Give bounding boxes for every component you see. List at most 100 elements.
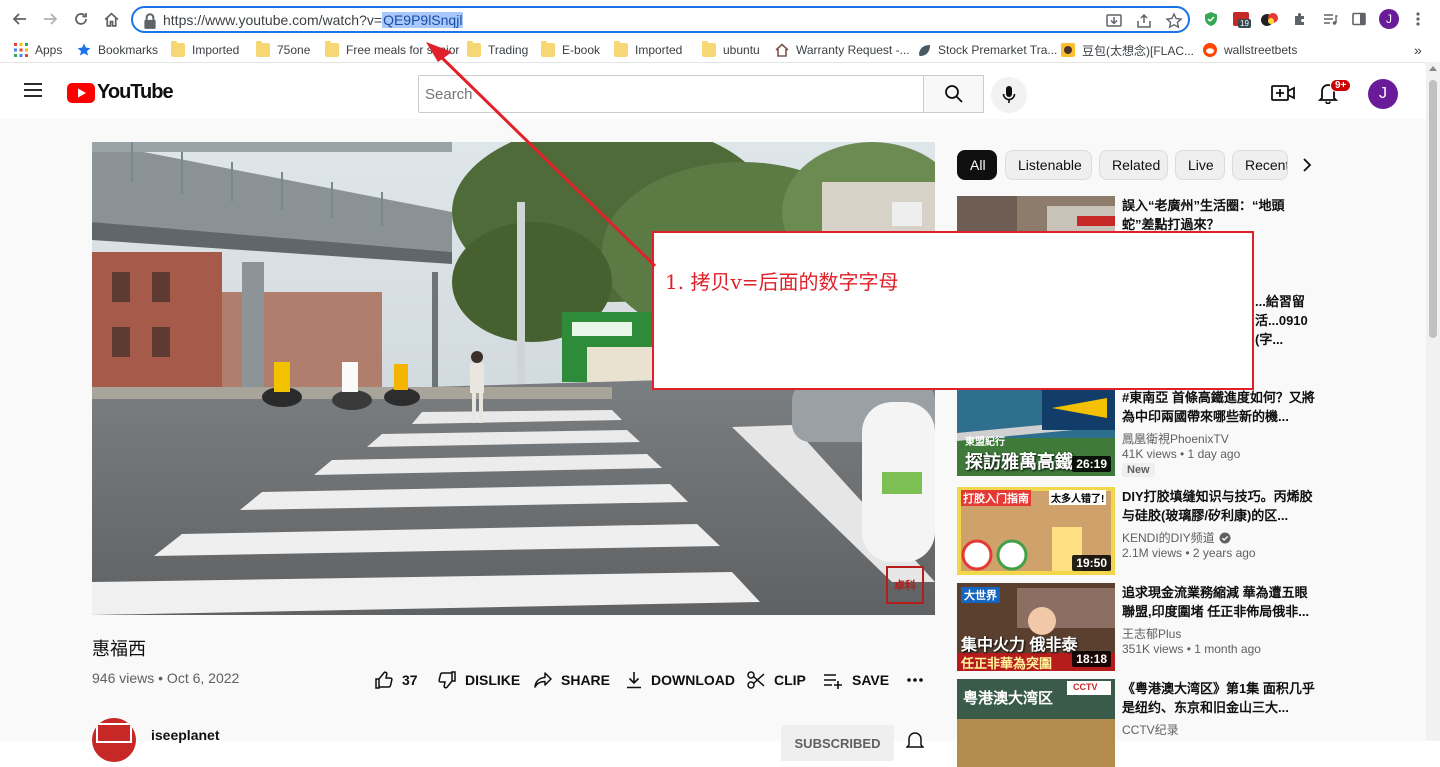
shield-icon [1205,12,1217,26]
extension-ball-button[interactable] [1260,9,1280,29]
folder-icon [256,41,270,57]
bookmark-warranty[interactable]: Warranty Request -... [775,41,910,59]
chip-live[interactable]: Live [1175,150,1225,180]
home-button[interactable] [100,8,122,30]
new-badge: New [1122,463,1155,477]
like-count: 37 [402,672,418,688]
search-box[interactable] [418,75,924,113]
rec-title[interactable]: DIY打胶填缝知识与技巧。丙烯胶与硅胶(玻璃膠/矽利康)的区... [1122,487,1316,525]
url-text[interactable]: https://www.youtube.com/watch?v=QE9P9lSn… [163,12,464,28]
more-actions-button[interactable] [906,668,932,692]
rec-channel[interactable]: 鳳凰衛視PhoenixTV [1122,430,1229,447]
rec-duration: 18:18 [1072,651,1111,667]
rec-thumbnail[interactable]: 打胶入门指南 太多人错了! 19:50 [957,487,1115,575]
youtube-logo[interactable]: YouTube [67,81,174,104]
scrollbar-thumb[interactable] [1429,80,1437,338]
rec-thumbnail[interactable]: 東盟紀行 探訪雅萬高鐵 26:19 [957,388,1115,476]
folder-icon [467,41,481,57]
like-button[interactable]: 37 [374,668,418,692]
chip-listenable[interactable]: Listenable [1005,150,1092,180]
voice-search-button[interactable] [991,77,1027,113]
download-button[interactable]: DOWNLOAD [625,668,735,692]
subscribed-button[interactable]: SUBSCRIBED [781,725,894,761]
arrow-right-icon [44,13,58,25]
bookmark-star-icon[interactable] [1165,12,1183,30]
notifications-button[interactable]: 9+ [1318,79,1352,104]
notification-bell-button[interactable] [906,731,924,751]
clip-label: CLIP [774,672,806,688]
rec-title[interactable]: 誤入“老廣州”生活圈：“地頭蛇”差點打過來？ [1122,196,1316,234]
bookmark-trading[interactable]: Trading [467,41,528,59]
media-control-button[interactable] [1320,9,1340,29]
rec-channel[interactable]: CCTV纪录 [1122,721,1179,738]
channel-avatar[interactable] [92,718,136,762]
rec-title[interactable]: ...給習留活...0910 (字... [1255,292,1317,349]
bookmark-imported-2[interactable]: Imported [614,41,682,59]
page-scrollbar[interactable] [1426,62,1440,741]
extensions-button[interactable] [1290,9,1310,29]
share-button[interactable]: SHARE [533,668,610,692]
guide-menu-button[interactable] [22,81,44,99]
share-icon[interactable] [1135,12,1153,30]
rec-channel[interactable]: KENDI的DIY频道 [1122,529,1231,546]
download-label: DOWNLOAD [651,672,735,688]
bookmarks-overflow-button[interactable]: » [1414,41,1422,59]
url-selected-video-id[interactable]: QE9P9lSnqjl [382,12,464,28]
bookmark-apps[interactable]: Apps [14,41,62,59]
more-vertical-icon [1416,12,1420,26]
save-label: SAVE [852,672,890,688]
search-input[interactable] [419,76,923,112]
thumbs-up-icon [375,671,393,689]
bookmark-label: wallstreetbets [1224,43,1298,57]
rec-thumb-caption: 任正非華為突圍 [961,656,1053,671]
rec-title[interactable]: #東南亞 首條高鐵進度如何？又將為中印兩國帶來哪些新的機... [1122,388,1316,426]
bookmark-wallstreetbets[interactable]: wallstreetbets [1203,41,1297,59]
back-button[interactable] [9,8,31,30]
rec-thumbnail[interactable]: 粤港澳大湾区 CCTV [957,679,1115,767]
profile-button[interactable]: J [1379,9,1399,29]
extension-shield-button[interactable] [1201,9,1221,29]
chip-related[interactable]: Related [1099,150,1168,180]
chip-all[interactable]: All [957,150,997,180]
bookmark-free-meals[interactable]: Free meals for senior [325,41,459,59]
bookmark-doubao[interactable]: 豆包(太想念)[FLAC... [1061,41,1194,59]
bookmark-75one[interactable]: 75one [256,41,310,59]
lock-icon[interactable] [141,12,159,30]
install-app-icon[interactable] [1105,12,1123,30]
chrome-menu-button[interactable] [1408,9,1428,29]
rec-thumb-caption: 打胶入门指南 [961,490,1031,506]
rec-thumb-caption: 探訪雅萬高鐵 [965,452,1073,472]
bookmark-bookmarks[interactable]: Bookmarks [77,41,158,59]
extension-badge-button[interactable]: 19 [1231,9,1251,29]
bookmark-label: Bookmarks [98,43,159,57]
search-button[interactable] [923,75,984,113]
video-plus-icon [1271,85,1295,101]
forward-button[interactable] [39,8,61,30]
bookmark-imported[interactable]: Imported [171,41,239,59]
account-avatar[interactable]: J [1368,79,1398,109]
side-panel-button[interactable] [1349,9,1369,29]
folder-icon [325,41,339,57]
site-icon [1061,43,1075,57]
rec-thumbnail[interactable]: 大世界 集中火力 俄非泰 任正非華為突圍 18:18 [957,583,1115,671]
annotation-text: 1. 拷贝v=后面的数字字母 [665,270,899,294]
save-button[interactable]: SAVE [822,668,889,692]
rec-channel[interactable]: 王志郁Plus [1122,625,1181,642]
bookmark-stock-premarket[interactable]: Stock Premarket Tra... [917,41,1057,59]
rec-thumb-caption: CCTV [1073,682,1098,692]
chip-recent[interactable]: Recent [1232,150,1288,180]
clip-button[interactable]: CLIP [746,668,806,692]
rec-title[interactable]: 追求現金流業務縮減 華為遭五眼聯盟,印度圍堵 任正非佈局俄非... [1122,583,1316,621]
address-bar[interactable]: https://www.youtube.com/watch?v=QE9P9lSn… [131,6,1190,33]
chips-next-button[interactable] [1300,156,1314,174]
reload-button[interactable] [70,8,92,30]
bookmark-ebook[interactable]: E-book [541,41,600,59]
rec-meta: 41K views • 1 day ago [1122,447,1241,461]
bookmark-ubuntu[interactable]: ubuntu [702,41,760,59]
dislike-button[interactable]: DISLIKE [437,668,520,692]
scroll-up-arrow[interactable] [1429,66,1437,71]
create-video-button[interactable] [1271,83,1295,103]
extension-badge-count: 19 [1238,19,1251,28]
folder-icon [702,41,716,57]
rec-title[interactable]: 《粤港澳大湾区》第1集 面积几乎是纽约、东京和旧金山三大... [1122,679,1316,717]
